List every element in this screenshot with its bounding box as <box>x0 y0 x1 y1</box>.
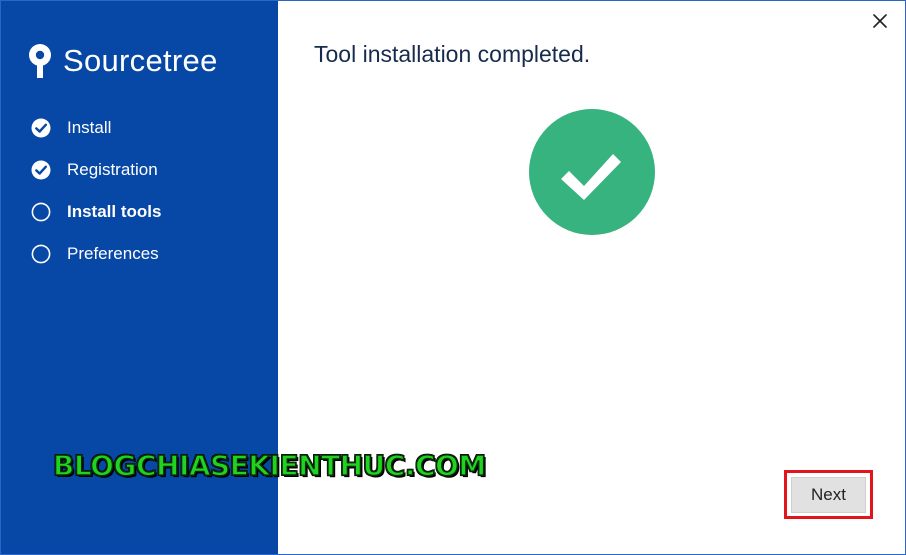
circle-icon <box>31 244 51 264</box>
step-label: Registration <box>67 160 158 179</box>
step-label: Install tools <box>67 202 162 221</box>
success-check-icon <box>529 109 655 235</box>
step-install-tools: Install tools <box>31 191 161 233</box>
circle-icon <box>31 202 51 222</box>
page-title: Tool installation completed. <box>314 41 591 67</box>
check-circle-icon <box>31 118 51 138</box>
installer-window: Sourcetree Install Registration Install … <box>0 0 906 555</box>
step-preferences: Preferences <box>31 233 161 275</box>
step-label: Preferences <box>67 244 159 263</box>
sourcetree-logo-icon <box>29 44 51 78</box>
step-list: Install Registration Install tools Prefe… <box>31 107 161 275</box>
step-registration: Registration <box>31 149 161 191</box>
check-circle-icon <box>31 160 51 180</box>
close-icon <box>873 14 887 28</box>
step-label: Install <box>67 118 112 137</box>
close-button[interactable] <box>869 10 891 32</box>
logo-text: Sourcetree <box>63 43 218 78</box>
next-button[interactable]: Next <box>791 477 866 513</box>
logo: Sourcetree <box>27 39 218 83</box>
watermark: BLOGCHIASEKIENTHUC.COM <box>52 448 487 483</box>
step-install: Install <box>31 107 161 149</box>
